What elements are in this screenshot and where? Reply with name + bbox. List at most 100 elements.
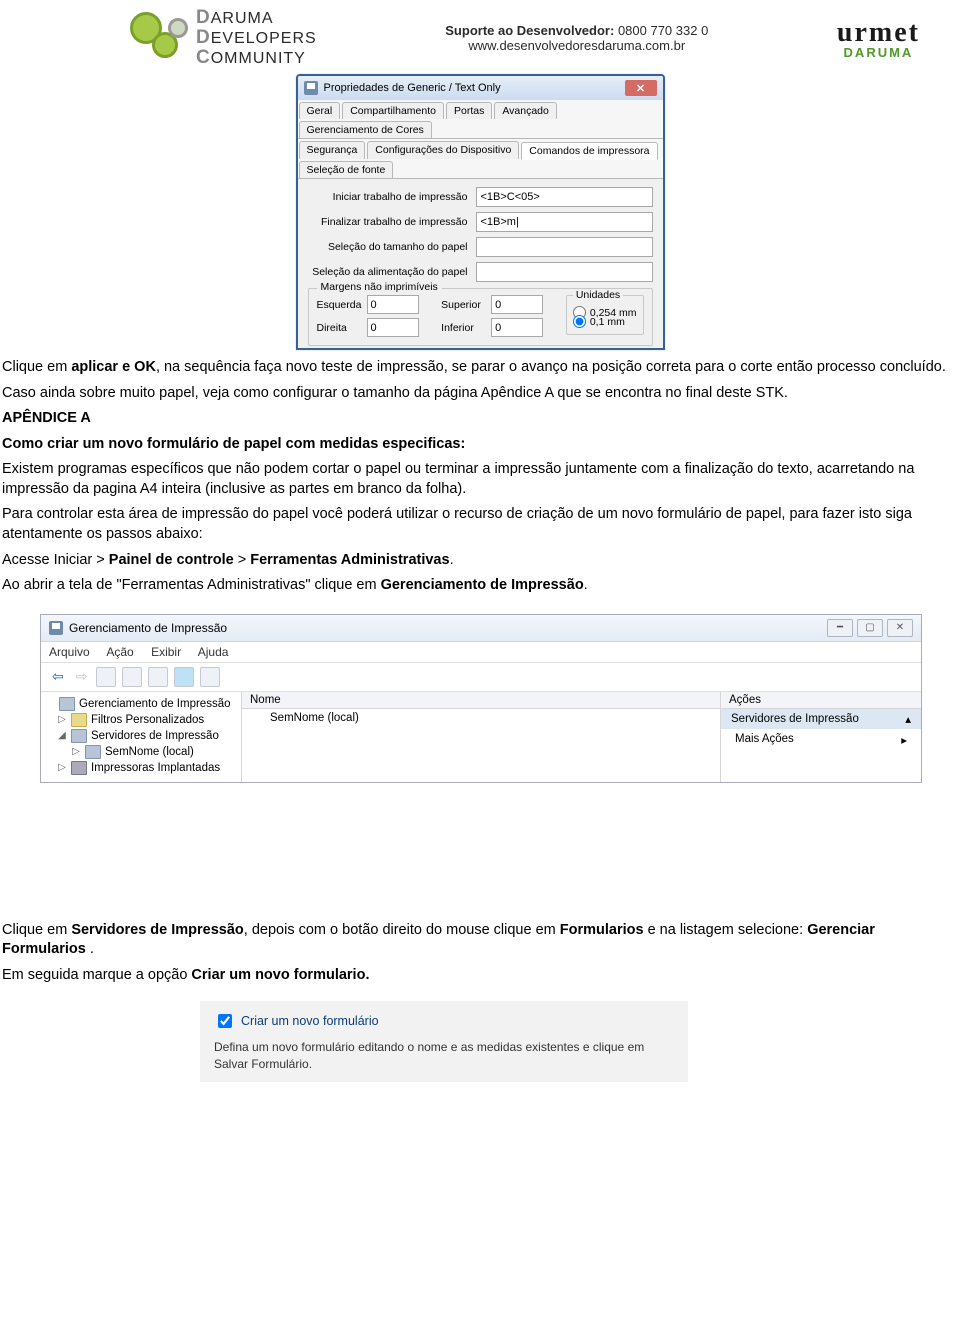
folder-icon: [71, 713, 87, 727]
ddc-logo-text: DARUMA DEVELOPERS COMMUNITY: [196, 8, 317, 68]
server-folder-icon: [71, 729, 87, 743]
mmc-tree: Gerenciamento de Impressão ▷Filtros Pers…: [41, 692, 242, 782]
paragraph-4: Para controlar esta área de impressão do…: [2, 505, 958, 544]
toolbar-icon[interactable]: [200, 667, 220, 687]
units-group: Unidades 0,254 mm 0,1 mm: [566, 295, 644, 335]
close-icon[interactable]: ✕: [625, 80, 657, 96]
page-header: DARUMA DEVELOPERS COMMUNITY Suporte ao D…: [0, 0, 960, 68]
paragraph-5: Acesse Iniciar > Painel de controle > Fe…: [2, 551, 958, 571]
paragraph-6: Ao abrir a tela de "Ferramentas Administ…: [2, 576, 958, 596]
margin-top-label: Superior: [441, 299, 491, 311]
paragraph-2: Caso ainda sobre muito papel, veja como …: [2, 384, 958, 404]
tree-server-item[interactable]: SemNome (local): [105, 746, 194, 758]
toolbar-icon[interactable]: [96, 667, 116, 687]
tab-seguranca[interactable]: Segurança: [299, 141, 366, 159]
paper-size-input[interactable]: [476, 237, 653, 257]
mmc-list: Nome SemNome (local): [242, 692, 721, 782]
mmc-list-header: Nome: [242, 692, 720, 709]
article-body-2: Clique em Servidores de Impressão, depoi…: [0, 913, 960, 986]
tab-portas[interactable]: Portas: [446, 102, 492, 119]
ddc-circles-icon: [130, 8, 190, 68]
dialog-title: Propriedades de Generic / Text Only: [324, 82, 501, 94]
create-form-checkbox[interactable]: [218, 1014, 232, 1028]
unit-01-label: 0,1 mm: [590, 316, 625, 328]
actions-header: Ações: [721, 692, 921, 709]
paper-feed-label: Seleção da alimentação do papel: [308, 266, 476, 278]
unit-01-radio[interactable]: [573, 315, 586, 328]
server-icon: [250, 712, 264, 724]
tab-gerenciamento-cores[interactable]: Gerenciamento de Cores: [299, 121, 432, 138]
list-item[interactable]: SemNome (local): [242, 709, 720, 727]
mmc-printer-icon: [49, 621, 63, 635]
mmc-window: Gerenciamento de Impressão ━ ▢ ✕ Arquivo…: [40, 614, 922, 783]
dialog-tabs-row2: Segurança Configurações do Dispositivo C…: [298, 139, 663, 179]
tree-filters[interactable]: Filtros Personalizados: [91, 714, 204, 726]
margin-left-input[interactable]: [367, 295, 419, 314]
mmc-actions-pane: Ações Servidores de Impressão ▴ Mais Açõ…: [721, 692, 921, 782]
refresh-icon[interactable]: [148, 667, 168, 687]
nav-back-icon[interactable]: ⇦: [49, 668, 67, 685]
tab-config-dispositivo[interactable]: Configurações do Dispositivo: [367, 141, 519, 159]
margin-top-input[interactable]: [491, 295, 543, 314]
paper-feed-input[interactable]: [476, 262, 653, 282]
tree-root[interactable]: Gerenciamento de Impressão: [79, 698, 231, 710]
create-form-description: Defina um novo formulário editando o nom…: [214, 1039, 674, 1071]
units-legend: Unidades: [573, 289, 623, 301]
toolbar-icon[interactable]: [122, 667, 142, 687]
close-window-icon[interactable]: ✕: [887, 619, 913, 637]
menu-acao[interactable]: Ação: [106, 645, 133, 659]
help-icon[interactable]: [174, 667, 194, 687]
nonprintable-margins-group: Margens não imprimíveis Esquerda Direita…: [308, 288, 653, 346]
margins-legend: Margens não imprimíveis: [317, 281, 442, 293]
tab-comandos-impressora[interactable]: Comandos de impressora: [521, 142, 657, 160]
actions-group[interactable]: Servidores de Impressão ▴: [721, 709, 921, 729]
collapse-icon: ▴: [905, 712, 911, 726]
urmet-logo: urmet DARUMA: [837, 17, 920, 60]
begin-job-label: Iniciar trabalho de impressão: [308, 191, 476, 203]
mmc-titlebar: Gerenciamento de Impressão ━ ▢ ✕: [41, 615, 921, 642]
article-body: Clique em aplicar e OK, na sequência faç…: [0, 350, 960, 596]
paragraph-8: Em seguida marque a opção Criar um novo …: [2, 966, 958, 986]
dialog-tabs-row1: Geral Compartilhamento Portas Avançado G…: [298, 100, 663, 139]
ddc-logo: DARUMA DEVELOPERS COMMUNITY: [130, 8, 317, 68]
create-form-checkbox-panel: Criar um novo formulário Defina um novo …: [200, 1001, 688, 1081]
mmc-title: Gerenciamento de Impressão: [69, 621, 227, 635]
appendix-heading: APÊNDICE A: [2, 409, 958, 429]
chevron-right-icon: ▸: [901, 733, 907, 747]
margin-right-label: Direita: [317, 322, 367, 334]
paragraph-7: Clique em Servidores de Impressão, depoi…: [2, 921, 958, 960]
tree-servers[interactable]: Servidores de Impressão: [91, 730, 219, 742]
paragraph-3: Existem programas específicos que não po…: [2, 460, 958, 499]
end-job-input[interactable]: [476, 212, 653, 232]
actions-item-label: Mais Ações: [735, 733, 794, 747]
tree-root-icon: [59, 697, 75, 711]
printer-properties-dialog: Propriedades de Generic / Text Only ✕ Ge…: [296, 74, 665, 350]
end-job-label: Finalizar trabalho de impressão: [308, 216, 476, 228]
create-form-checkbox-label: Criar um novo formulário: [241, 1014, 379, 1028]
nav-forward-icon[interactable]: ⇨: [73, 668, 91, 685]
tab-selecao-fonte[interactable]: Seleção de fonte: [299, 161, 394, 178]
actions-group-label: Servidores de Impressão: [731, 713, 859, 725]
paragraph-1: Clique em aplicar e OK, na sequência faç…: [2, 358, 958, 378]
tab-geral[interactable]: Geral: [299, 102, 341, 119]
list-item-label: SemNome (local): [270, 712, 359, 724]
margin-bottom-input[interactable]: [491, 318, 543, 337]
menu-exibir[interactable]: Exibir: [151, 645, 181, 659]
menu-arquivo[interactable]: Arquivo: [49, 645, 90, 659]
margin-left-label: Esquerda: [317, 299, 367, 311]
appendix-subheading: Como criar um novo formulário de papel c…: [2, 435, 958, 455]
mmc-menubar: Arquivo Ação Exibir Ajuda: [41, 642, 921, 663]
tab-avancado[interactable]: Avançado: [494, 102, 557, 119]
begin-job-input[interactable]: [476, 187, 653, 207]
mmc-toolbar: ⇦ ⇨: [41, 663, 921, 692]
actions-item[interactable]: Mais Ações ▸: [721, 729, 921, 751]
menu-ajuda[interactable]: Ajuda: [198, 645, 229, 659]
deployed-printers-icon: [71, 761, 87, 775]
tree-deployed[interactable]: Impressoras Implantadas: [91, 762, 220, 774]
margin-right-input[interactable]: [367, 318, 419, 337]
tab-compartilhamento[interactable]: Compartilhamento: [342, 102, 444, 119]
minimize-icon[interactable]: ━: [827, 619, 853, 637]
server-icon: [85, 745, 101, 759]
maximize-icon[interactable]: ▢: [857, 619, 883, 637]
dialog-body: Iniciar trabalho de impressão Finalizar …: [298, 179, 663, 348]
